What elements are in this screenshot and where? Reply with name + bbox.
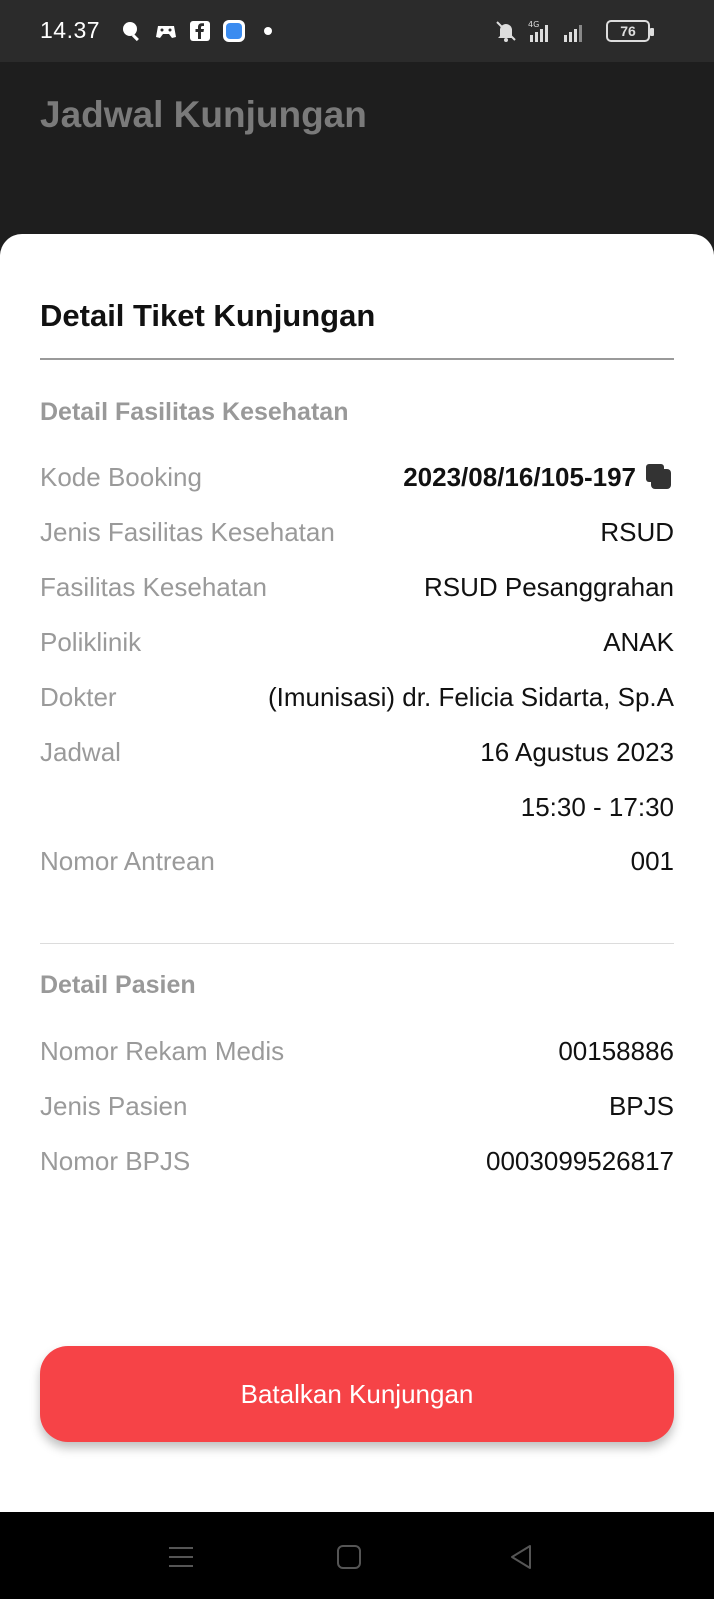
booking-code-value: 2023/08/16/105-197 — [403, 462, 636, 492]
facility-label: Fasilitas Kesehatan — [40, 572, 267, 602]
status-time: 14.37 — [40, 17, 101, 43]
divider — [40, 358, 674, 360]
facility-section-title: Detail Fasilitas Kesehatan — [40, 398, 349, 426]
doctor-label: Dokter — [40, 682, 117, 712]
polyclinic-value: ANAK — [603, 627, 674, 657]
facility-value: RSUD Pesanggrahan — [423, 572, 674, 602]
patient-section-title: Detail Pasien — [40, 971, 196, 999]
bpjs-number-value: 0003099526817 — [486, 1146, 674, 1176]
battery-level: 76 — [620, 23, 636, 39]
medical-record-value: 00158886 — [558, 1036, 674, 1066]
menu-icon[interactable] — [166, 1542, 196, 1572]
gamepad-icon — [156, 26, 176, 38]
doctor-value: (Imunisasi) dr. Felicia Sidarta, Sp.A — [267, 682, 674, 712]
search-icon — [123, 22, 139, 42]
booking-code-label: Kode Booking — [40, 462, 202, 492]
status-bar: 14.37 4G 76 — [0, 0, 714, 62]
ticket-detail-sheet: Detail Tiket Kunjungan Detail Fasilitas … — [0, 234, 714, 1512]
svg-text:4G: 4G — [528, 20, 539, 29]
patient-type-label: Jenis Pasien — [40, 1091, 188, 1121]
schedule-label: Jadwal — [40, 737, 121, 767]
cancel-visit-button[interactable]: Batalkan Kunjungan — [40, 1346, 674, 1442]
mute-icon — [496, 21, 516, 42]
signal-icon — [564, 25, 582, 42]
queue-number-label: Nomor Antrean — [40, 846, 215, 876]
home-icon[interactable] — [334, 1542, 364, 1572]
back-icon[interactable] — [506, 1542, 536, 1572]
navigation-bar — [0, 1512, 714, 1599]
page-title: Jadwal Kunjungan — [40, 94, 367, 135]
schedule-time-value: 15:30 - 17:30 — [520, 792, 674, 822]
app-header — [0, 62, 714, 262]
polyclinic-label: Poliklinik — [40, 627, 142, 657]
schedule-date-value: 16 Agustus 2023 — [480, 737, 674, 767]
medical-record-label: Nomor Rekam Medis — [40, 1036, 285, 1066]
signal-4g-icon: 4G — [528, 20, 548, 42]
queue-number-value: 001 — [630, 846, 674, 876]
copy-icon[interactable] — [644, 462, 674, 492]
facility-type-label: Jenis Fasilitas Kesehatan — [40, 517, 335, 547]
dot-icon — [264, 27, 272, 35]
sheet-title: Detail Tiket Kunjungan — [40, 298, 376, 333]
battery-icon: 76 — [606, 20, 654, 42]
app-icon — [223, 20, 245, 42]
facility-type-value: RSUD — [600, 517, 674, 547]
facebook-icon — [190, 21, 210, 41]
divider — [40, 943, 674, 944]
bpjs-number-label: Nomor BPJS — [40, 1146, 191, 1176]
patient-type-value: BPJS — [608, 1091, 674, 1121]
